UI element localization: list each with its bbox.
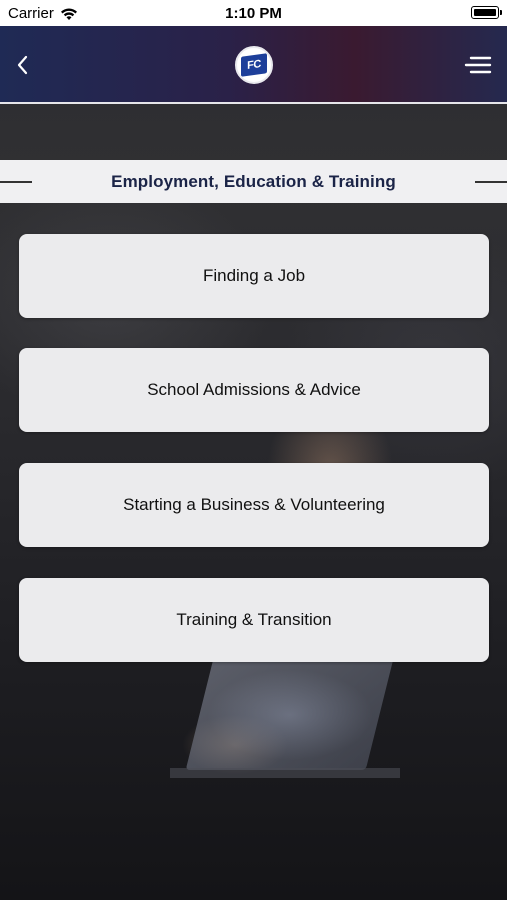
app-logo: FC [235,46,273,84]
section-header: Employment, Education & Training [0,160,507,203]
battery-icon [471,6,502,19]
school-admissions-button[interactable]: School Admissions & Advice [19,348,489,432]
background-laptop-base [170,768,400,778]
training-transition-button[interactable]: Training & Transition [19,578,489,662]
header-divider-right [475,181,507,183]
hamburger-menu-icon [464,56,492,74]
status-bar: Carrier 1:10 PM [0,0,507,26]
battery-group [471,6,502,19]
finding-a-job-button[interactable]: Finding a Job [19,234,489,318]
chevron-left-icon [17,55,28,75]
header-divider-left [0,181,32,183]
card-label: Finding a Job [202,266,306,285]
status-time: 1:10 PM [225,5,282,22]
section-title: Employment, Education & Training [111,171,396,191]
card-label: Training & Transition [176,610,332,629]
logo-flag: FC [241,53,267,77]
background-laptop-screen [185,655,395,770]
menu-button[interactable] [463,52,493,78]
card-label: School Admissions & Advice [147,380,361,399]
back-button[interactable] [10,50,38,80]
starting-a-business-button[interactable]: Starting a Business & Volunteering [19,463,489,547]
card-label: Starting a Business & Volunteering [123,495,385,514]
nav-bar: FC [0,26,507,104]
